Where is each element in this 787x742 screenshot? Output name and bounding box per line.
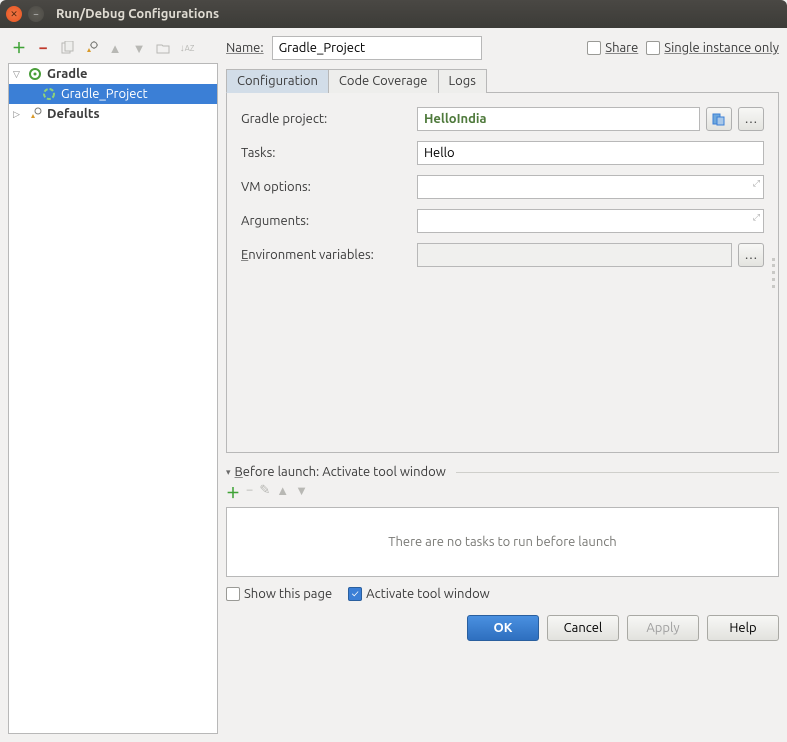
checkbox-icon[interactable] xyxy=(587,41,601,55)
sidebar: ＋ − ▲ ▼ ↓AZ ▽ Gradle xyxy=(8,36,218,734)
show-this-page-checkbox[interactable]: Show this page xyxy=(226,587,332,601)
defaults-icon xyxy=(27,106,43,122)
remove-config-icon[interactable]: − xyxy=(34,39,52,57)
collapse-arrow-icon[interactable]: ▾ xyxy=(226,467,231,478)
add-config-icon[interactable]: ＋ xyxy=(10,39,28,57)
remove-task-icon[interactable]: − xyxy=(246,483,253,503)
env-vars-label: Environment variables: xyxy=(241,248,411,262)
help-button[interactable]: Help xyxy=(707,615,779,641)
copy-config-icon[interactable] xyxy=(58,39,76,57)
edit-task-icon[interactable]: ✎ xyxy=(259,483,270,503)
share-checkbox[interactable]: Share xyxy=(587,41,638,55)
tab-code-coverage[interactable]: Code Coverage xyxy=(328,69,439,93)
tree-label: Gradle xyxy=(45,67,88,81)
vm-options-input[interactable] xyxy=(417,175,764,199)
before-launch-toolbar: ＋ − ✎ ▲ ▼ xyxy=(226,479,779,507)
apply-button[interactable]: Apply xyxy=(627,615,699,641)
expand-arrow-icon[interactable]: ▽ xyxy=(13,69,25,80)
tab-configuration[interactable]: Configuration xyxy=(226,69,329,93)
divider xyxy=(456,472,779,473)
gradle-task-icon xyxy=(41,86,57,102)
tree-node-gradle[interactable]: ▽ Gradle xyxy=(9,64,217,84)
before-launch-list: There are no tasks to run before launch xyxy=(226,507,779,577)
single-instance-label: Single instance only xyxy=(664,41,779,55)
titlebar: ✕ – Run/Debug Configurations xyxy=(0,0,787,28)
move-down-icon[interactable]: ▼ xyxy=(130,39,148,57)
minimize-window-icon[interactable]: – xyxy=(28,6,44,22)
checkbox-icon[interactable] xyxy=(348,587,362,601)
checkbox-icon[interactable] xyxy=(226,587,240,601)
arguments-label: Arguments: xyxy=(241,214,411,228)
share-label: Share xyxy=(605,41,638,55)
activate-tool-window-label: Activate tool window xyxy=(366,587,490,601)
ok-button[interactable]: OK xyxy=(467,615,539,641)
sort-icon[interactable]: ↓AZ xyxy=(178,39,196,57)
tree-label: Defaults xyxy=(45,107,100,121)
main-panel: Name: Share Single instance only Configu… xyxy=(226,36,779,734)
registered-project-button[interactable] xyxy=(706,107,732,131)
env-vars-input[interactable] xyxy=(417,243,732,267)
tree-node-defaults[interactable]: ▷ Defaults xyxy=(9,104,217,124)
before-launch-header[interactable]: ▾ Before launch: Activate tool window xyxy=(226,465,779,479)
configuration-panel: Gradle project: … Tasks: VM options: Arg… xyxy=(226,93,779,453)
browse-project-button[interactable]: … xyxy=(738,107,764,131)
show-this-page-label: Show this page xyxy=(244,587,332,601)
tasks-input[interactable] xyxy=(417,141,764,165)
window-title: Run/Debug Configurations xyxy=(56,7,219,21)
sidebar-toolbar: ＋ − ▲ ▼ ↓AZ xyxy=(8,36,218,63)
arguments-input[interactable] xyxy=(417,209,764,233)
move-down-task-icon[interactable]: ▼ xyxy=(295,483,308,503)
single-instance-checkbox[interactable]: Single instance only xyxy=(646,41,779,55)
config-tree: ▽ Gradle Gradle_Project ▷ Defaults xyxy=(8,63,218,734)
gradle-icon xyxy=(27,66,43,82)
resize-grip-icon[interactable] xyxy=(772,258,776,288)
close-window-icon[interactable]: ✕ xyxy=(6,6,22,22)
browse-env-button[interactable]: … xyxy=(738,243,764,267)
folder-icon[interactable] xyxy=(154,39,172,57)
move-up-icon[interactable]: ▲ xyxy=(106,39,124,57)
settings-icon[interactable] xyxy=(82,39,100,57)
tab-bar: Configuration Code Coverage Logs xyxy=(226,68,779,93)
add-task-icon[interactable]: ＋ xyxy=(226,483,240,503)
tab-logs[interactable]: Logs xyxy=(438,69,487,93)
move-up-task-icon[interactable]: ▲ xyxy=(276,483,289,503)
name-input[interactable] xyxy=(272,36,482,60)
tree-node-gradle-project[interactable]: Gradle_Project xyxy=(9,84,217,104)
checkbox-icon[interactable] xyxy=(646,41,660,55)
tasks-label: Tasks: xyxy=(241,146,411,160)
tree-label: Gradle_Project xyxy=(59,87,148,101)
name-label: Name: xyxy=(226,41,264,55)
gradle-project-label: Gradle project: xyxy=(241,112,411,126)
before-launch-label: Before launch: Activate tool window xyxy=(235,465,446,479)
before-launch-empty-label: There are no tasks to run before launch xyxy=(388,535,616,549)
cancel-button[interactable]: Cancel xyxy=(547,615,619,641)
activate-tool-window-checkbox[interactable]: Activate tool window xyxy=(348,587,490,601)
dialog-button-bar: OK Cancel Apply Help xyxy=(226,615,779,641)
expand-arrow-icon[interactable]: ▷ xyxy=(13,109,25,120)
gradle-project-input[interactable] xyxy=(417,107,700,131)
vm-options-label: VM options: xyxy=(241,180,411,194)
